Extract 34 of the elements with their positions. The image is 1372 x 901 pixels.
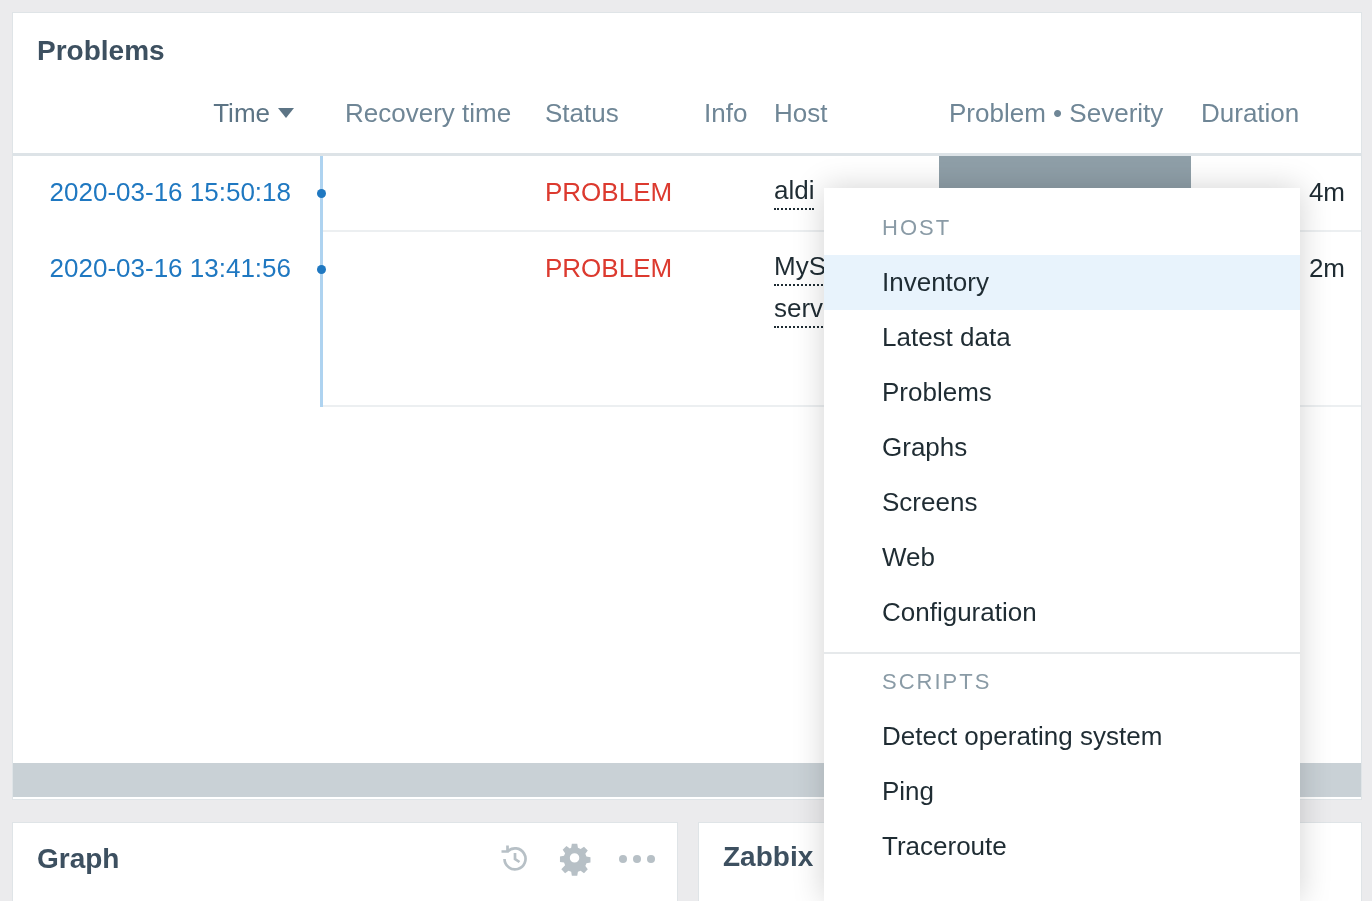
menu-item[interactable]: Latest data	[824, 310, 1300, 365]
column-header[interactable]: Problem • Severity	[949, 97, 1164, 129]
menu-item[interactable]: Screens	[824, 475, 1300, 530]
column-header[interactable]: Info	[704, 97, 748, 129]
settings-icon[interactable]	[557, 841, 593, 877]
sort-caret-icon	[278, 108, 294, 118]
column-header[interactable]: Host	[774, 97, 828, 129]
status-text: PROBLEM	[545, 177, 673, 207]
duration-text: 4m	[1308, 177, 1345, 207]
widget-title: Graph	[37, 843, 120, 875]
duration-text: 2m	[1308, 253, 1345, 283]
time-link[interactable]: 2020-03-16 13:41:56	[49, 253, 291, 283]
menu-item[interactable]: Problems	[824, 365, 1300, 420]
menu-item[interactable]: Configuration	[824, 585, 1300, 640]
host-link[interactable]: aldi	[774, 172, 815, 210]
timeline-dot	[317, 189, 326, 198]
menu-item[interactable]: Web	[824, 530, 1300, 585]
column-header[interactable]: Recovery time	[345, 97, 512, 129]
column-header[interactable]: Status	[545, 97, 619, 129]
widget-title: Problems	[36, 34, 166, 68]
column-header[interactable]: Time	[213, 97, 270, 129]
status-text: PROBLEM	[545, 253, 673, 283]
menu-item[interactable]: Inventory	[824, 255, 1300, 310]
menu-item[interactable]: Graphs	[824, 420, 1300, 475]
menu-section-header: SCRIPTS	[881, 668, 993, 696]
widget-title: Zabbix	[723, 841, 814, 873]
time-link[interactable]: 2020-03-16 15:50:18	[49, 177, 291, 207]
column-header[interactable]: Duration	[1201, 97, 1300, 129]
menu-item[interactable]: Ping	[824, 764, 1300, 819]
menu-item[interactable]: Traceroute	[824, 819, 1300, 874]
menu-item[interactable]: Detect operating system	[824, 709, 1300, 764]
timeline-dot	[317, 265, 326, 274]
more-icon[interactable]	[617, 853, 657, 865]
menu-section-header: HOST	[881, 214, 953, 242]
